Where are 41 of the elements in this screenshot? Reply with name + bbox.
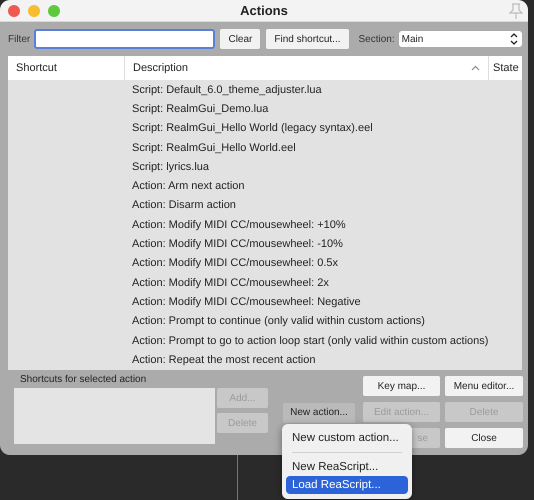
toolbar-button[interactable]: Find shortcut...	[266, 29, 349, 49]
up-down-chevron-icon	[510, 33, 518, 45]
playhead-line	[237, 455, 238, 500]
zoom-window-button[interactable]	[48, 4, 60, 16]
column-header[interactable]: Shortcut	[16, 62, 57, 74]
column-header[interactable]: Description	[133, 62, 188, 74]
window-title: Actions	[239, 3, 289, 18]
table-cell[interactable]: Action: Repeat the most recent action	[124, 354, 316, 366]
table-cell[interactable]: Script: RealmGui_Hello World (legacy syntax).eel	[124, 122, 373, 134]
section-dropdown[interactable]: Main	[398, 31, 522, 47]
table-cell[interactable]: Action: Arm next action	[124, 180, 244, 192]
table-cell[interactable]: Script: RealmGui_Hello World.eel	[124, 142, 296, 154]
table-cell[interactable]: Action: Prompt to continue (only valid within custom actions)	[124, 315, 425, 328]
table-cell[interactable]: Action: Modify MIDI CC/mousewheel: Negative	[124, 296, 361, 308]
table-cell[interactable]: Action: Modify MIDI CC/mousewheel: -10%	[124, 238, 343, 250]
close-window-button[interactable]	[8, 4, 20, 16]
table-cell[interactable]: Action: Prompt to go to action loop start (only valid within custom actions)	[124, 334, 488, 346]
table-cell[interactable]: Action: Modify MIDI CC/mousewheel: 0.5x	[124, 257, 338, 270]
table-cell[interactable]: Action: Disarm action	[124, 199, 236, 212]
column-header[interactable]: State	[493, 62, 519, 74]
filter-field[interactable]	[34, 29, 216, 49]
menu-item[interactable]: New ReaScript...	[286, 458, 408, 476]
new-action-button[interactable]: New action...	[283, 402, 355, 422]
minimize-window-button[interactable]	[28, 4, 40, 16]
section-label: Section:	[358, 34, 395, 44]
filter-label: Filter	[8, 34, 30, 44]
action-button[interactable]: Key map...	[363, 376, 440, 396]
action-button[interactable]: Menu editor...	[445, 376, 523, 396]
table-cell[interactable]: Script: lyrics.lua	[124, 160, 210, 173]
sort-ascending-icon	[471, 65, 480, 71]
toolbar-button[interactable]: Clear	[220, 29, 260, 49]
shortcuts-list[interactable]	[14, 388, 215, 444]
menu-item[interactable]: New custom action...	[286, 429, 408, 447]
menu-item[interactable]: Load ReaScript...	[286, 476, 408, 494]
table-cell[interactable]: Script: Default_6.0_theme_adjuster.lua	[124, 84, 322, 96]
table-cell[interactable]: Action: Modify MIDI CC/mousewheel: +10%	[124, 218, 346, 231]
shortcuts-label: Shortcuts for selected action	[20, 374, 148, 385]
pin-icon[interactable]	[509, 2, 523, 18]
table-cell[interactable]: Action: Modify MIDI CC/mousewheel: 2x	[124, 276, 329, 289]
table-cell[interactable]: Script: RealmGui_Demo.lua	[124, 102, 268, 115]
action-button[interactable]: Close	[445, 428, 523, 448]
